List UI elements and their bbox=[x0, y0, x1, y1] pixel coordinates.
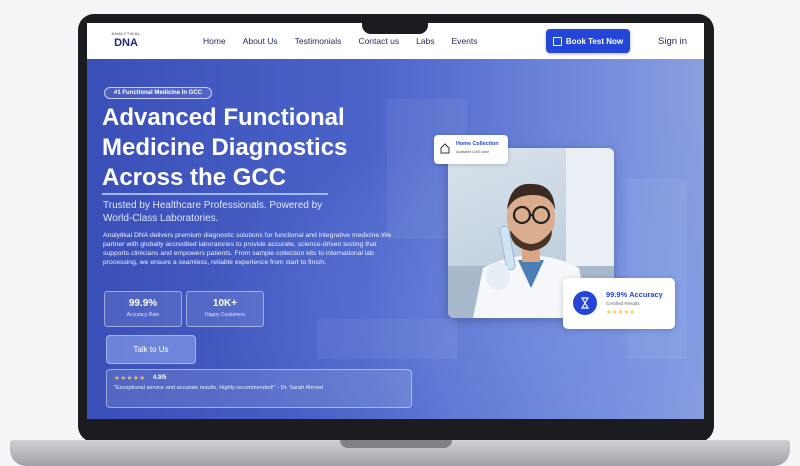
review-card: ★★★★★ 4.9/5 "Exceptional service and acc… bbox=[106, 369, 412, 408]
hero-description: Analytikal DNA delivers premium diagnost… bbox=[103, 232, 392, 266]
hourglass-icon bbox=[573, 291, 597, 315]
brand-logo-main: DNA bbox=[114, 37, 138, 49]
stat-accuracy: 99.9% Accuracy Rate bbox=[104, 291, 182, 327]
nav-link-contact[interactable]: Contact us bbox=[358, 36, 399, 46]
nav-link-testimonials[interactable]: Testimonials bbox=[295, 36, 342, 46]
nav-link-about[interactable]: About Us bbox=[243, 36, 278, 46]
book-test-label: Book Test Now bbox=[565, 36, 624, 46]
stat-label: Accuracy Rate bbox=[126, 312, 160, 318]
stat-customers: 10K+ Happy Customers bbox=[186, 291, 264, 327]
home-collection-title: Home Collection bbox=[456, 141, 499, 147]
hero-section: #1 Functional Medicine In GCC Advanced F… bbox=[87, 59, 704, 419]
home-icon bbox=[440, 143, 450, 154]
rating-stars: ★★★★★ bbox=[114, 375, 146, 382]
brand-logo-top: ANALYTIKAL bbox=[111, 31, 141, 36]
review-quote: "Exceptional service and accurate result… bbox=[114, 385, 324, 391]
calendar-icon bbox=[552, 36, 562, 46]
nav-link-labs[interactable]: Labs bbox=[416, 36, 434, 46]
nav-links: Home About Us Testimonials Contact us La… bbox=[203, 36, 495, 46]
brand-logo[interactable]: ANALYTIKAL DNA bbox=[109, 31, 143, 53]
sign-in-link[interactable]: Sign in bbox=[658, 36, 687, 47]
nav-link-home[interactable]: Home bbox=[203, 36, 226, 46]
rating-value: 4.9/5 bbox=[153, 375, 167, 381]
home-collection-card: Home Collection Available UAE-wide bbox=[434, 135, 508, 164]
background-lab-shape bbox=[317, 319, 457, 359]
accuracy-stars: ★★★★★ bbox=[606, 310, 636, 316]
accuracy-subtitle: Certified Results bbox=[606, 301, 640, 306]
hero-title: Advanced Functional Medicine Diagnostics… bbox=[102, 104, 348, 191]
stat-value: 10K+ bbox=[212, 298, 238, 309]
nav-link-events[interactable]: Events bbox=[452, 36, 478, 46]
talk-to-us-button[interactable]: Talk to Us bbox=[106, 335, 196, 364]
camera-notch bbox=[362, 14, 428, 34]
stat-value: 99.9% bbox=[128, 298, 158, 309]
home-collection-subtitle: Available UAE-wide bbox=[456, 150, 490, 154]
website-screen: ANALYTIKAL DNA Home About Us Testimonial… bbox=[87, 23, 704, 419]
accuracy-title: 99.9% Accuracy bbox=[606, 290, 663, 299]
laptop-base-groove bbox=[340, 440, 452, 448]
accuracy-card: 99.9% Accuracy Certified Results ★★★★★ bbox=[563, 278, 675, 329]
book-test-button[interactable]: Book Test Now bbox=[546, 29, 630, 53]
title-underline bbox=[102, 193, 328, 195]
hero-badge: #1 Functional Medicine In GCC bbox=[104, 87, 213, 99]
stat-label: Happy Customers bbox=[204, 312, 245, 318]
hero-subtitle: Trusted by Healthcare Professionals. Pow… bbox=[103, 200, 323, 224]
background-lab-shape bbox=[627, 179, 687, 359]
